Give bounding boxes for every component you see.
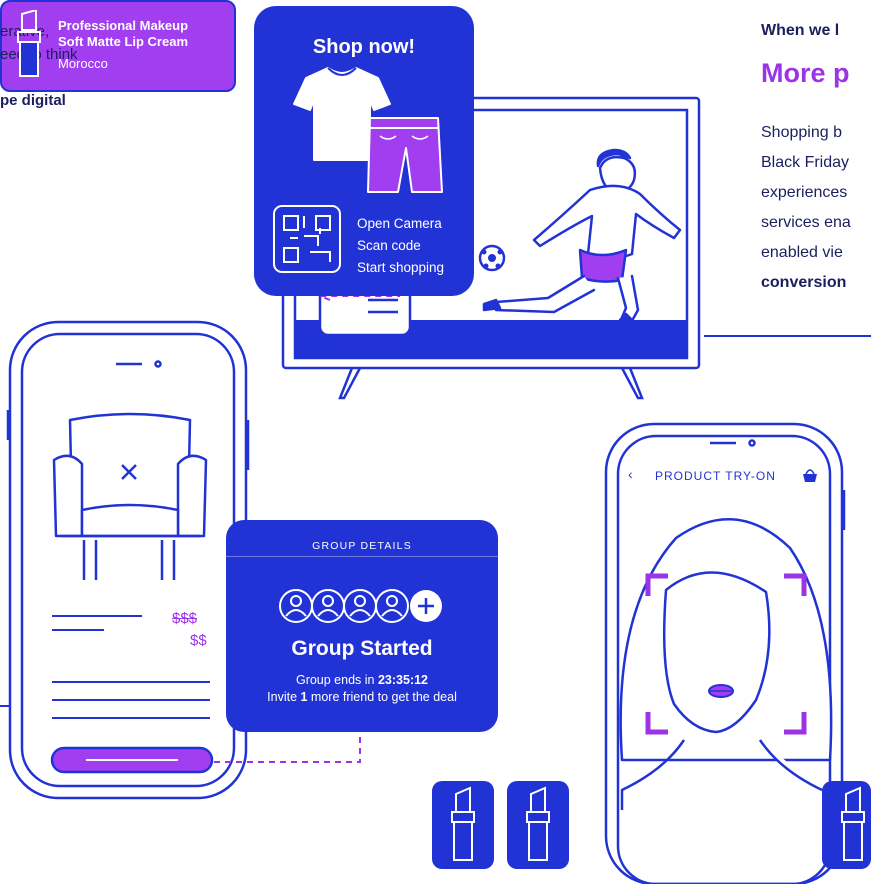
armchair-phone xyxy=(6,320,250,800)
lips-icon xyxy=(708,684,734,698)
shop-now-card[interactable]: Shop now! Open Camera Scan code Start sh… xyxy=(254,6,474,296)
lipstick-card-2 xyxy=(507,781,569,869)
price-new: $$ xyxy=(190,632,207,649)
left-text-line-3: pe digital xyxy=(0,92,66,109)
invite-suffix: more friend to get the deal xyxy=(307,690,457,704)
member-avatar-icon xyxy=(311,589,345,623)
member-avatar-icon xyxy=(279,589,313,623)
group-timer: 23:35:12 xyxy=(377,673,429,687)
lipstick-product-name: Professional Makeup Soft Matte Lip Cream xyxy=(58,18,188,50)
lipstick-icon xyxy=(17,10,41,77)
lipstick-card-4 xyxy=(822,781,871,869)
right-body-bold-line: conversion xyxy=(761,274,847,291)
shop-steps: Open Camera Scan code Start shopping xyxy=(357,213,444,279)
right-body-line: enabled vie xyxy=(761,244,843,261)
right-body-line: Black Friday xyxy=(761,154,850,171)
right-panel-kicker: When we l xyxy=(761,22,840,39)
lipstick-product-line-2: Soft Matte Lip Cream xyxy=(58,34,189,49)
lipstick-product-line-1: Professional Makeup xyxy=(58,18,189,33)
group-details-label: GROUP DETAILS xyxy=(312,540,412,552)
member-avatar-icon xyxy=(343,589,377,623)
add-member-icon xyxy=(410,590,442,622)
tryon-title: PRODUCT TRY-ON xyxy=(655,469,776,483)
member-avatar-icon xyxy=(375,589,409,623)
right-body-line: Shopping b xyxy=(761,124,842,141)
group-ends-prefix: Group ends in xyxy=(295,673,378,687)
right-body-line: experiences xyxy=(761,184,848,201)
price-old: $$$ xyxy=(172,610,198,627)
soccer-player-illustration xyxy=(482,148,682,332)
group-details-card: GROUP DETAILS Group Started Group ends i… xyxy=(226,520,498,732)
invite-prefix: Invite xyxy=(267,690,301,704)
group-started-title: Group Started xyxy=(291,637,433,660)
right-panel-body: Shopping b Black Friday experiences serv… xyxy=(761,118,871,298)
back-icon[interactable]: ‹ xyxy=(628,466,633,482)
group-invite-text: Invite 1 more friend to get the deal xyxy=(226,688,498,706)
lipstick-card-1 xyxy=(432,781,494,869)
group-divider xyxy=(226,556,498,557)
lipstick-shade: Morocco xyxy=(58,56,108,71)
qr-code-icon xyxy=(273,205,341,273)
join-group-button-shape xyxy=(50,746,214,774)
right-body-line: services ena xyxy=(761,214,851,231)
shorts-icon xyxy=(367,117,443,193)
soccer-ball-icon xyxy=(478,244,506,272)
shop-step-start-shopping: Start shopping xyxy=(357,260,445,275)
right-panel-heading: More p xyxy=(761,58,850,88)
shop-step-scan-code: Scan code xyxy=(357,238,421,253)
group-ends-text: Group ends in 23:35:12 xyxy=(226,671,498,689)
tv-stand xyxy=(338,367,644,400)
shop-step-open-camera: Open Camera xyxy=(357,216,442,231)
group-members xyxy=(279,589,442,623)
